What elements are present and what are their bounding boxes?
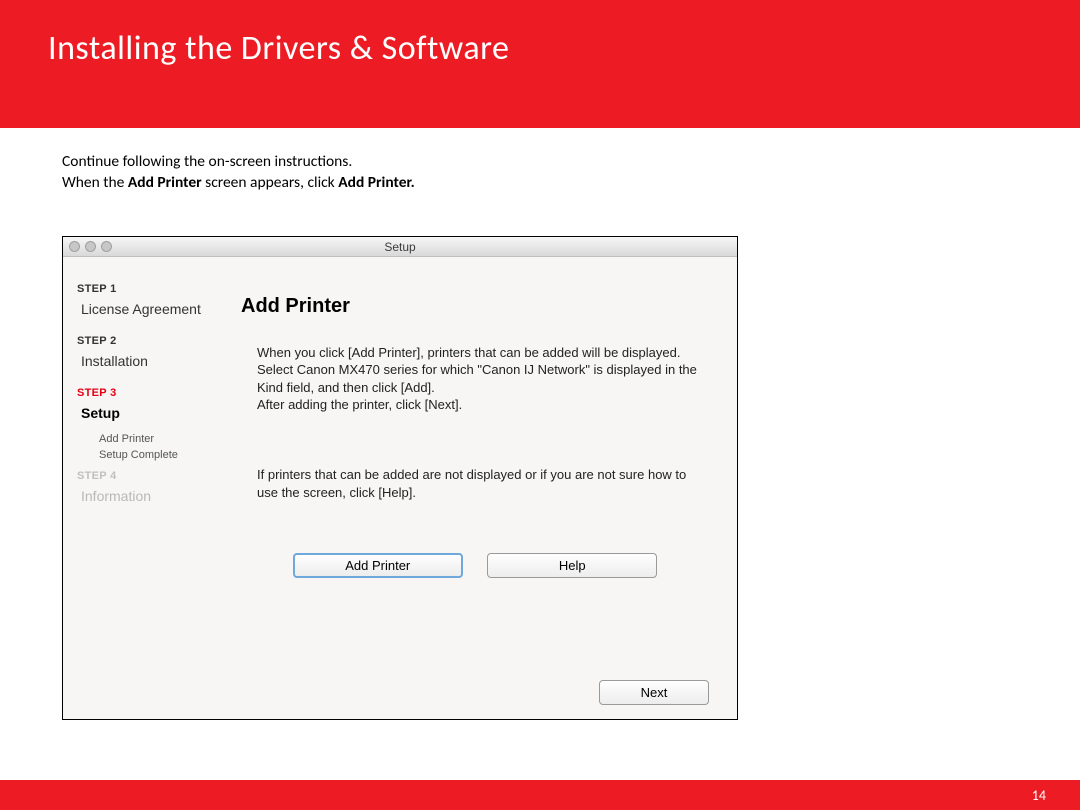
zoom-icon[interactable] — [101, 241, 112, 252]
page-title: Installing the Drivers & Software — [48, 28, 1032, 69]
window-title: Setup — [384, 240, 415, 254]
step-4-title: Information — [81, 488, 211, 504]
header-bar: Installing the Drivers & Software — [0, 0, 1080, 128]
step-3-label: STEP 3 — [77, 387, 211, 399]
body-area: Continue following the on-screen instruc… — [0, 128, 1080, 720]
close-icon[interactable] — [69, 241, 80, 252]
slide: Installing the Drivers & Software Contin… — [0, 0, 1080, 810]
step-3-title: Setup — [81, 405, 211, 421]
substep-setup-complete: Setup Complete — [99, 447, 211, 464]
content-paragraph-2: If printers that can be added are not di… — [241, 466, 709, 501]
content-paragraph-1: When you click [Add Printer], printers t… — [241, 344, 709, 414]
step-1-label: STEP 1 — [77, 283, 211, 295]
button-row: Add Printer Help — [241, 553, 709, 578]
page-number: 14 — [1032, 787, 1046, 804]
text-fragment: When the — [62, 173, 128, 192]
help-button[interactable]: Help — [487, 553, 657, 578]
setup-window: Setup STEP 1 License Agreement STEP 2 In… — [62, 236, 738, 720]
instruction-line-1: Continue following the on-screen instruc… — [62, 152, 1020, 173]
step-2-title: Installation — [81, 353, 211, 369]
instruction-line-2: When the Add Printer screen appears, cli… — [62, 173, 1020, 194]
wizard-sidebar: STEP 1 License Agreement STEP 2 Installa… — [63, 257, 221, 719]
minimize-icon[interactable] — [85, 241, 96, 252]
content-heading: Add Printer — [241, 295, 709, 318]
add-printer-button[interactable]: Add Printer — [293, 553, 463, 578]
step-2-label: STEP 2 — [77, 335, 211, 347]
step-3-substeps: Add Printer Setup Complete — [99, 431, 211, 464]
bold-add-printer-2: Add Printer. — [338, 173, 415, 192]
traffic-lights — [69, 241, 112, 252]
next-row: Next — [589, 680, 719, 705]
window-body: STEP 1 License Agreement STEP 2 Installa… — [63, 257, 737, 719]
next-button[interactable]: Next — [599, 680, 709, 705]
wizard-content: Add Printer When you click [Add Printer]… — [221, 257, 737, 719]
bold-add-printer-1: Add Printer — [128, 173, 202, 192]
text-fragment: screen appears, click — [202, 173, 339, 192]
step-1-title: License Agreement — [81, 301, 211, 317]
substep-add-printer: Add Printer — [99, 431, 211, 448]
window-titlebar: Setup — [63, 237, 737, 257]
step-4-label: STEP 4 — [77, 470, 211, 482]
footer-bar: 14 — [0, 780, 1080, 810]
